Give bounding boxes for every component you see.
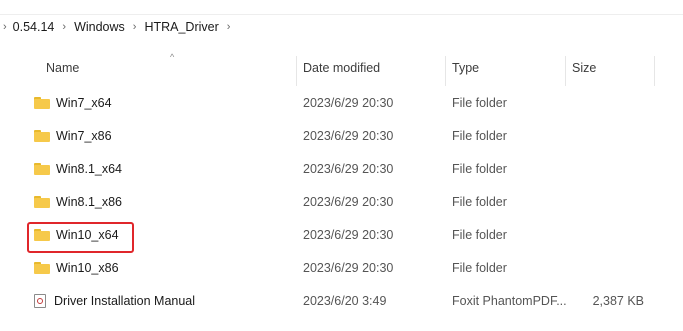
file-date: 2023/6/29 20:30: [303, 95, 394, 110]
column-header-size-label: Size: [572, 61, 597, 75]
file-type: File folder: [452, 95, 507, 110]
file-name-cell: Win7_x86: [34, 119, 112, 152]
file-row-win7-x86[interactable]: Win7_x86 2023/6/29 20:30 File folder: [20, 119, 660, 152]
file-type: File folder: [452, 194, 507, 209]
folder-icon: [34, 228, 50, 241]
file-name: Win10_x64: [56, 227, 119, 242]
file-type: Foxit PhantomPDF...: [452, 293, 567, 308]
column-header-date-modified[interactable]: Date modified: [303, 50, 451, 86]
file-size: [572, 218, 644, 251]
file-size: [572, 152, 644, 185]
column-header-type-label: Type: [452, 61, 480, 75]
address-bar-strip: [0, 0, 683, 15]
breadcrumb: › 0.54.14 › Windows › HTRA_Driver ›: [0, 16, 238, 38]
file-date: 2023/6/29 20:30: [303, 194, 394, 209]
file-row-win81-x86[interactable]: Win8.1_x86 2023/6/29 20:30 File folder: [20, 185, 660, 218]
breadcrumb-separator[interactable]: ›: [133, 21, 137, 33]
breadcrumb-separator[interactable]: ›: [227, 21, 231, 33]
column-header-name-label: Name: [46, 61, 80, 75]
file-name-cell: Win10_x64: [34, 218, 119, 251]
file-name: Win7_x86: [56, 128, 112, 143]
file-row-win10-x64[interactable]: Win10_x64 2023/6/29 20:30 File folder: [20, 218, 660, 251]
file-row-driver-manual[interactable]: Driver Installation Manual 2023/6/20 3:4…: [20, 284, 660, 317]
file-type: File folder: [452, 161, 507, 176]
file-name: Win10_x86: [56, 260, 119, 275]
file-size: [572, 119, 644, 152]
column-divider[interactable]: [445, 56, 446, 86]
folder-icon: [34, 162, 50, 175]
breadcrumb-item-htra-driver[interactable]: HTRA_Driver: [144, 20, 218, 34]
file-date: 2023/6/29 20:30: [303, 128, 394, 143]
breadcrumb-item-version[interactable]: 0.54.14: [13, 20, 55, 34]
folder-icon: [34, 195, 50, 208]
column-divider[interactable]: [654, 56, 655, 86]
file-size: [572, 185, 644, 218]
column-divider[interactable]: [296, 56, 297, 86]
folder-icon: [34, 261, 50, 274]
file-name-cell: Win8.1_x86: [34, 185, 122, 218]
breadcrumb-separator[interactable]: ›: [3, 21, 7, 33]
breadcrumb-separator[interactable]: ›: [62, 21, 66, 33]
file-date: 2023/6/29 20:30: [303, 227, 394, 242]
file-name: Win7_x64: [56, 95, 112, 110]
file-date: 2023/6/29 20:30: [303, 161, 394, 176]
file-size: 2,387 KB: [592, 293, 644, 308]
breadcrumb-item-windows[interactable]: Windows: [74, 20, 125, 34]
column-header-name[interactable]: Name: [20, 50, 296, 86]
file-name: Win8.1_x86: [56, 194, 123, 209]
column-header-type[interactable]: Type: [452, 50, 572, 86]
file-name-cell: Driver Installation Manual: [34, 284, 195, 317]
file-date: 2023/6/20 3:49: [303, 293, 387, 308]
file-type: File folder: [452, 260, 507, 275]
file-size: [572, 86, 644, 119]
folder-icon: [34, 96, 50, 109]
file-name-cell: Win10_x86: [34, 251, 119, 284]
column-divider[interactable]: [565, 56, 566, 86]
file-date: 2023/6/29 20:30: [303, 260, 394, 275]
file-type: File folder: [452, 227, 507, 242]
file-row-win10-x86[interactable]: Win10_x86 2023/6/29 20:30 File folder: [20, 251, 660, 284]
file-list: Win7_x64 2023/6/29 20:30 File folder Win…: [20, 86, 660, 317]
file-size: [572, 251, 644, 284]
file-name: Win8.1_x64: [56, 161, 123, 176]
pdf-file-icon: [34, 293, 46, 308]
column-header-date-label: Date modified: [303, 61, 381, 75]
column-header-row: ^ Name Date modified Type Size: [20, 50, 655, 86]
file-row-win81-x64[interactable]: Win8.1_x64 2023/6/29 20:30 File folder: [20, 152, 660, 185]
file-name: Driver Installation Manual: [54, 293, 196, 308]
folder-icon: [34, 129, 50, 142]
file-name-cell: Win7_x64: [34, 86, 112, 119]
file-row-win7-x64[interactable]: Win7_x64 2023/6/29 20:30 File folder: [20, 86, 660, 119]
column-header-size[interactable]: Size: [572, 50, 654, 86]
file-name-cell: Win8.1_x64: [34, 152, 122, 185]
file-type: File folder: [452, 128, 507, 143]
